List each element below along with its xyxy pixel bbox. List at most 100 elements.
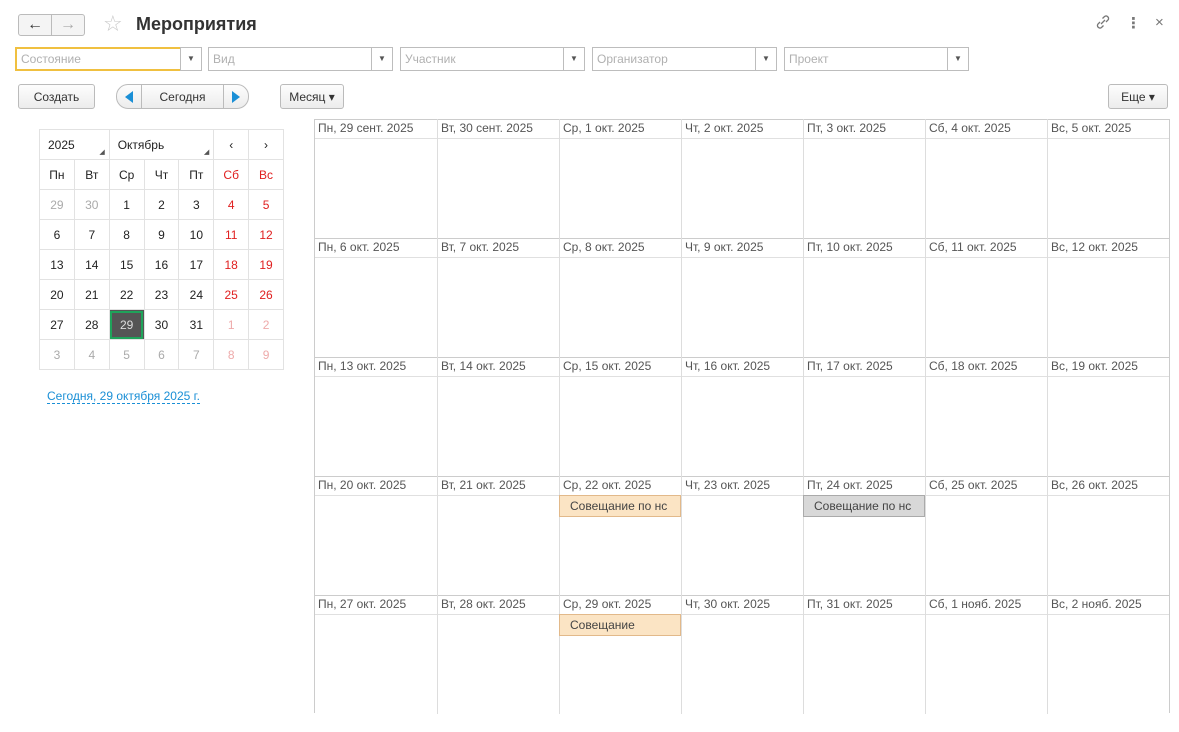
calendar-day-cell[interactable]: Вт, 7 окт. 2025 xyxy=(437,238,559,357)
mini-calendar-day[interactable]: 3 xyxy=(39,339,75,370)
mini-calendar-day[interactable]: 27 xyxy=(39,309,75,340)
calendar-day-cell[interactable]: Пн, 29 сент. 2025 xyxy=(315,119,437,238)
calendar-day-cell[interactable]: Ср, 1 окт. 2025 xyxy=(559,119,681,238)
mini-calendar-day[interactable]: 17 xyxy=(178,249,215,280)
mini-calendar-day[interactable]: 24 xyxy=(178,279,215,310)
calendar-day-cell[interactable]: Ср, 8 окт. 2025 xyxy=(559,238,681,357)
calendar-day-cell[interactable]: Чт, 16 окт. 2025 xyxy=(681,357,803,476)
mini-calendar-day[interactable]: 30 xyxy=(73,189,110,220)
mini-calendar-day[interactable]: 2 xyxy=(248,309,284,340)
calendar-day-cell[interactable]: Вт, 28 окт. 2025 xyxy=(437,595,559,714)
calendar-day-cell[interactable]: Ср, 22 окт. 2025 Совещание по нс xyxy=(559,476,681,595)
calendar-day-cell[interactable]: Сб, 4 окт. 2025 xyxy=(925,119,1047,238)
calendar-day-cell[interactable]: Пт, 31 окт. 2025 xyxy=(803,595,925,714)
mini-calendar-day[interactable]: 12 xyxy=(248,219,284,250)
today-button[interactable]: Сегодня xyxy=(141,84,224,109)
calendar-day-cell[interactable]: Пн, 13 окт. 2025 xyxy=(315,357,437,476)
mini-calendar-day[interactable]: 5 xyxy=(248,189,284,220)
mini-calendar-day[interactable]: 22 xyxy=(108,279,145,310)
link-icon[interactable] xyxy=(1095,14,1111,34)
calendar-day-cell[interactable]: Вт, 21 окт. 2025 xyxy=(437,476,559,595)
calendar-day-cell[interactable]: Пн, 20 окт. 2025 xyxy=(315,476,437,595)
mini-calendar-day[interactable]: 16 xyxy=(143,249,180,280)
mini-calendar-day[interactable]: 14 xyxy=(73,249,110,280)
mini-calendar-day[interactable]: 9 xyxy=(143,219,180,250)
calendar-event[interactable]: Совещание по нс xyxy=(559,495,681,517)
mini-calendar-day[interactable]: 1 xyxy=(213,309,250,340)
mini-calendar-day[interactable]: 25 xyxy=(213,279,250,310)
calendar-day-cell[interactable]: Вс, 12 окт. 2025 xyxy=(1047,238,1169,357)
calendar-day-cell[interactable]: Пн, 6 окт. 2025 xyxy=(315,238,437,357)
chevron-down-icon[interactable]: ▼ xyxy=(180,47,202,71)
status-filter[interactable]: Состояние ▼ xyxy=(15,47,202,71)
prev-period-button[interactable] xyxy=(116,84,142,109)
today-link[interactable]: Сегодня, 29 октября 2025 г. xyxy=(47,389,200,404)
next-month-button[interactable]: › xyxy=(248,129,284,160)
calendar-event[interactable]: Совещание xyxy=(559,614,681,636)
calendar-day-cell[interactable]: Сб, 18 окт. 2025 xyxy=(925,357,1047,476)
calendar-day-cell[interactable]: Пт, 17 окт. 2025 xyxy=(803,357,925,476)
participant-filter[interactable]: Участник ▼ xyxy=(400,47,585,71)
chevron-down-icon[interactable]: ▼ xyxy=(947,47,969,71)
mini-calendar-day[interactable]: 13 xyxy=(39,249,75,280)
mini-calendar-day[interactable]: 15 xyxy=(108,249,145,280)
mini-calendar-day[interactable]: 6 xyxy=(39,219,75,250)
mini-calendar-day[interactable]: 26 xyxy=(248,279,284,310)
mini-calendar-day[interactable]: 8 xyxy=(108,219,145,250)
mini-calendar-day[interactable]: 7 xyxy=(178,339,215,370)
calendar-event[interactable]: Совещание по нс xyxy=(803,495,925,517)
next-period-button[interactable] xyxy=(223,84,249,109)
mini-calendar-day[interactable]: 23 xyxy=(143,279,180,310)
mini-calendar-day[interactable]: 29 xyxy=(108,309,145,340)
calendar-day-cell[interactable]: Ср, 29 окт. 2025 Совещание xyxy=(559,595,681,714)
mini-calendar-day[interactable]: 28 xyxy=(73,309,110,340)
mini-calendar-day[interactable]: 3 xyxy=(178,189,215,220)
close-icon[interactable]: × xyxy=(1155,14,1164,31)
calendar-day-cell[interactable]: Чт, 30 окт. 2025 xyxy=(681,595,803,714)
mini-calendar-day[interactable]: 5 xyxy=(108,339,145,370)
more-vertical-icon[interactable]: ⋮ xyxy=(1126,14,1141,32)
mini-calendar-day[interactable]: 19 xyxy=(248,249,284,280)
calendar-day-cell[interactable]: Вс, 26 окт. 2025 xyxy=(1047,476,1169,595)
period-select-button[interactable]: Месяц ▾ xyxy=(280,84,344,109)
calendar-day-cell[interactable]: Вс, 2 нояб. 2025 xyxy=(1047,595,1169,714)
chevron-down-icon[interactable]: ▼ xyxy=(563,47,585,71)
calendar-day-cell[interactable]: Сб, 1 нояб. 2025 xyxy=(925,595,1047,714)
calendar-day-cell[interactable]: Чт, 23 окт. 2025 xyxy=(681,476,803,595)
mini-calendar-day[interactable]: 1 xyxy=(108,189,145,220)
mini-calendar-day[interactable]: 6 xyxy=(143,339,180,370)
calendar-day-cell[interactable]: Ср, 15 окт. 2025 xyxy=(559,357,681,476)
calendar-day-cell[interactable]: Пт, 24 окт. 2025 Совещание по нс xyxy=(803,476,925,595)
mini-calendar-day[interactable]: 9 xyxy=(248,339,284,370)
calendar-day-cell[interactable]: Сб, 11 окт. 2025 xyxy=(925,238,1047,357)
month-select[interactable]: Октябрь ◢ xyxy=(108,129,215,160)
mini-calendar-day[interactable]: 2 xyxy=(143,189,180,220)
mini-calendar-day[interactable]: 8 xyxy=(213,339,250,370)
type-filter[interactable]: Вид ▼ xyxy=(208,47,393,71)
calendar-day-cell[interactable]: Вт, 30 сент. 2025 xyxy=(437,119,559,238)
mini-calendar-day[interactable]: 21 xyxy=(73,279,110,310)
calendar-day-cell[interactable]: Пт, 10 окт. 2025 xyxy=(803,238,925,357)
prev-month-button[interactable]: ‹ xyxy=(213,129,250,160)
mini-calendar-day[interactable]: 11 xyxy=(213,219,250,250)
back-button[interactable]: ← xyxy=(18,14,52,36)
calendar-day-cell[interactable]: Пт, 3 окт. 2025 xyxy=(803,119,925,238)
calendar-day-cell[interactable]: Чт, 2 окт. 2025 xyxy=(681,119,803,238)
mini-calendar-day[interactable]: 31 xyxy=(178,309,215,340)
mini-calendar-day[interactable]: 4 xyxy=(213,189,250,220)
mini-calendar-day[interactable]: 18 xyxy=(213,249,250,280)
mini-calendar-day[interactable]: 20 xyxy=(39,279,75,310)
chevron-down-icon[interactable]: ▼ xyxy=(371,47,393,71)
create-button[interactable]: Создать xyxy=(18,84,95,109)
more-button[interactable]: Еще ▾ xyxy=(1108,84,1168,109)
calendar-day-cell[interactable]: Вс, 19 окт. 2025 xyxy=(1047,357,1169,476)
calendar-day-cell[interactable]: Сб, 25 окт. 2025 xyxy=(925,476,1047,595)
mini-calendar-day[interactable]: 30 xyxy=(143,309,180,340)
favorite-star-icon[interactable]: ☆ xyxy=(103,13,123,35)
mini-calendar-day[interactable]: 29 xyxy=(39,189,75,220)
project-filter[interactable]: Проект ▼ xyxy=(784,47,969,71)
calendar-day-cell[interactable]: Вт, 14 окт. 2025 xyxy=(437,357,559,476)
organizer-filter[interactable]: Организатор ▼ xyxy=(592,47,777,71)
forward-button[interactable]: → xyxy=(51,14,85,36)
mini-calendar-day[interactable]: 7 xyxy=(73,219,110,250)
